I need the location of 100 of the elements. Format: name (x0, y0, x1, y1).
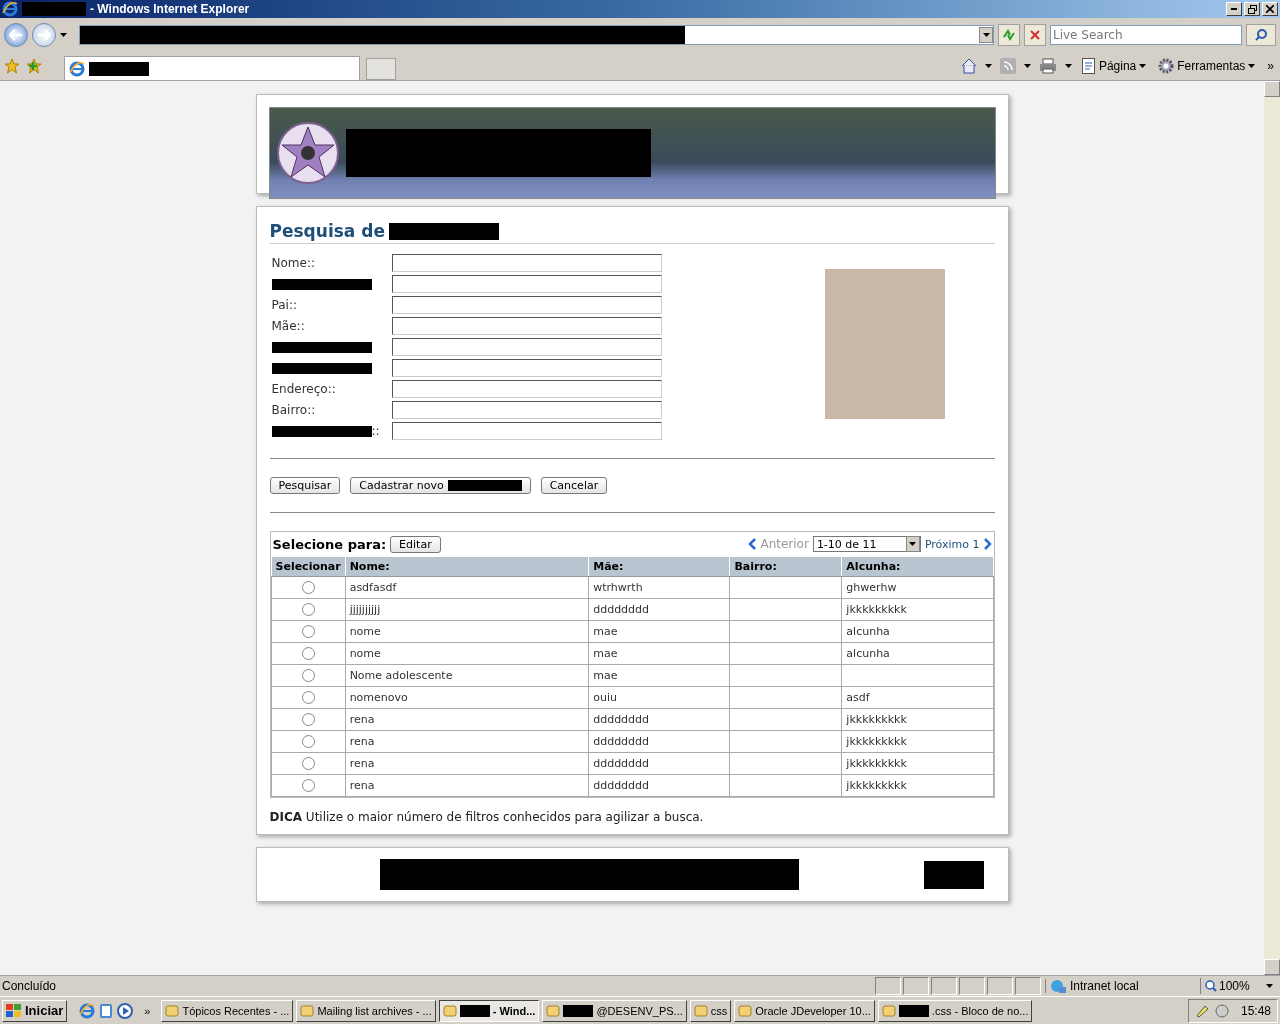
table-cell: dddddddd (593, 603, 650, 616)
radio-button[interactable] (301, 713, 315, 727)
input-field[interactable] (391, 338, 662, 356)
minimize-button[interactable] (1226, 2, 1242, 16)
input-field[interactable] (391, 401, 662, 419)
input-field[interactable] (391, 422, 662, 440)
zoom-control[interactable]: 100% (1200, 978, 1280, 994)
status-pane (931, 977, 957, 995)
input-field[interactable] (391, 296, 662, 314)
overflow-button[interactable]: » (142, 1004, 153, 1017)
radio-button[interactable] (301, 647, 315, 661)
tools-menu[interactable]: Ferramentas (1156, 58, 1258, 74)
address-field[interactable] (79, 25, 994, 45)
radio-button[interactable] (301, 669, 315, 683)
media-player-icon[interactable] (117, 1002, 134, 1019)
table-cell: nomenovo (349, 691, 408, 704)
status-pane (987, 977, 1013, 995)
ie-logo-icon (79, 1002, 96, 1019)
document-icon[interactable] (98, 1002, 115, 1019)
input-field[interactable] (391, 359, 662, 377)
table-cell: rena (349, 757, 375, 770)
x-icon (1030, 30, 1040, 40)
status-pane (903, 977, 929, 995)
search-button[interactable]: Pesquisar (269, 477, 341, 494)
field-label: Nome:: (271, 256, 315, 270)
edit-button[interactable]: Editar (390, 535, 441, 553)
status-pane (1015, 977, 1041, 995)
table-cell: alcunha (846, 647, 890, 660)
redaction-block (22, 2, 86, 16)
next-link[interactable]: Próximo 1 (924, 537, 992, 551)
table-cell: Nome adolescente (349, 669, 453, 682)
gear-icon (1158, 58, 1175, 74)
table-cell: ghwerhw (846, 581, 897, 594)
search-button[interactable] (1246, 24, 1276, 46)
star-emblem-icon (275, 121, 340, 185)
column-header: Mãe: (588, 556, 730, 577)
start-button[interactable]: Iniciar (2, 999, 68, 1022)
chevron-down-icon[interactable] (982, 33, 990, 37)
table-cell: mae (593, 647, 618, 660)
table-cell: rena (349, 779, 375, 792)
radio-button[interactable] (301, 757, 315, 771)
network-globe-icon (1050, 979, 1066, 993)
scroll-up-button[interactable] (1264, 81, 1280, 97)
radio-button[interactable] (301, 735, 315, 749)
input-field[interactable] (391, 380, 662, 398)
scroll-down-button[interactable] (1264, 959, 1280, 975)
input-field[interactable] (391, 275, 662, 293)
radio-button[interactable] (301, 779, 315, 793)
browser-tab[interactable] (64, 56, 360, 80)
radio-button[interactable] (301, 603, 315, 617)
refresh-arrows-icon (1002, 28, 1016, 42)
taskbar-button[interactable]: css (689, 999, 732, 1022)
table-cell: rena (349, 713, 375, 726)
table-cell: jkkkkkkkkk (846, 757, 907, 770)
chevron-right-icon (982, 538, 992, 550)
back-button[interactable] (4, 23, 28, 47)
star-icon[interactable] (4, 58, 20, 74)
radio-button[interactable] (301, 691, 315, 705)
taskbar-button[interactable]: Oracle JDeveloper 10... (734, 999, 875, 1022)
refresh-button[interactable] (998, 24, 1020, 46)
taskbar-button[interactable]: .css - Bloco de no... (877, 999, 1033, 1022)
radio-button[interactable] (301, 581, 315, 595)
panel-title: Pesquisa de (269, 221, 385, 241)
taskbar-button[interactable]: - Wind... (438, 999, 540, 1022)
cancel-button[interactable]: Cancelar (540, 477, 608, 494)
input-field[interactable] (391, 317, 662, 335)
window-icon (738, 1003, 753, 1018)
chevron-down-icon[interactable] (1023, 64, 1031, 68)
table-cell: asdfasdf (349, 581, 397, 594)
table-cell: alcunha (846, 625, 890, 638)
register-button[interactable]: Cadastrar novo (350, 477, 531, 494)
table-cell: jkkkkkkkkk (846, 735, 907, 748)
page-menu[interactable]: Página (1079, 58, 1149, 74)
search-field[interactable]: Live Search (1050, 25, 1242, 45)
magnifier-icon (1205, 980, 1217, 992)
chevron-down-icon[interactable] (909, 542, 917, 546)
field-label: Bairro:: (271, 403, 316, 417)
home-icon[interactable] (960, 58, 977, 74)
chevron-down-icon[interactable] (1064, 64, 1072, 68)
window-icon (546, 1003, 561, 1018)
window-title: - Windows Internet Explorer (90, 2, 250, 16)
close-button[interactable] (1262, 2, 1278, 16)
table-cell: nome (349, 647, 381, 660)
taskbar-button[interactable]: @DESENV_PS... (542, 999, 687, 1022)
page-select[interactable]: 1-10 de 11 (812, 536, 921, 552)
window-icon (881, 1003, 896, 1018)
chevron-down-icon[interactable] (984, 64, 992, 68)
left-arrow-icon (9, 29, 23, 41)
star-plus-icon[interactable] (26, 58, 42, 74)
chevron-down-icon[interactable] (60, 33, 67, 37)
taskbar-button[interactable]: Tópicos Recentes - ... (161, 999, 294, 1022)
table-cell: jkkkkkkkkk (846, 713, 907, 726)
printer-icon[interactable] (1038, 58, 1057, 74)
stop-button[interactable] (1024, 24, 1046, 46)
radio-button[interactable] (301, 625, 315, 639)
overflow-button[interactable]: » (1265, 59, 1276, 73)
taskbar-button[interactable]: Mailing list archives - ... (296, 999, 436, 1022)
input-field[interactable] (391, 254, 662, 272)
pencil-icon (1194, 1003, 1209, 1018)
restore-button[interactable] (1244, 2, 1260, 16)
